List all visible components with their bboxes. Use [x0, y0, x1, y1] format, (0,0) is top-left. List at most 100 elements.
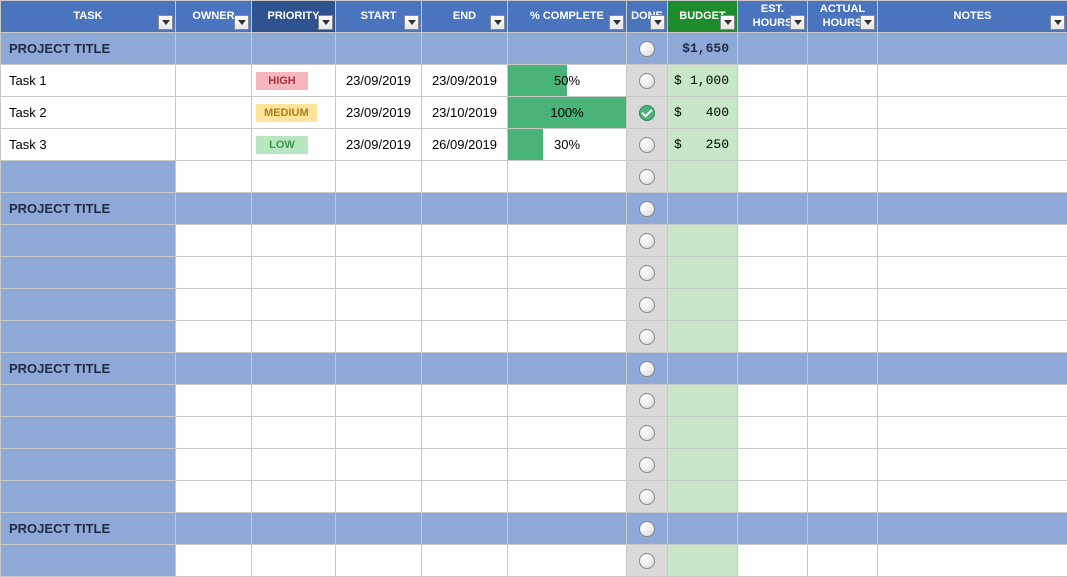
empty-task-cell[interactable] — [1, 449, 176, 481]
filter-task[interactable] — [158, 15, 173, 30]
done-checkbox[interactable] — [639, 233, 655, 249]
empty-cell[interactable] — [508, 545, 627, 577]
empty-cell[interactable] — [878, 225, 1067, 257]
done-checkbox[interactable] — [639, 457, 655, 473]
done-checkbox[interactable] — [639, 105, 655, 121]
empty-cell[interactable] — [508, 321, 627, 353]
start-date-cell[interactable]: 23/09/2019 — [336, 129, 422, 161]
budget-cell[interactable]: $400 — [668, 97, 738, 129]
done-checkbox[interactable] — [639, 297, 655, 313]
empty-task-cell[interactable] — [1, 257, 176, 289]
empty-cell[interactable] — [738, 225, 808, 257]
actual-hours-cell[interactable] — [808, 129, 878, 161]
empty-cell[interactable] — [252, 481, 336, 513]
empty-cell[interactable] — [252, 289, 336, 321]
done-checkbox[interactable] — [639, 425, 655, 441]
empty-task-cell[interactable] — [1, 417, 176, 449]
empty-budget-cell[interactable] — [668, 225, 738, 257]
done-checkbox[interactable] — [639, 169, 655, 185]
empty-cell[interactable] — [422, 449, 508, 481]
pct-complete-cell[interactable]: 100% — [508, 97, 627, 129]
done-checkbox[interactable] — [639, 553, 655, 569]
empty-cell[interactable] — [252, 545, 336, 577]
filter-owner[interactable] — [234, 15, 249, 30]
owner-cell[interactable] — [176, 97, 252, 129]
empty-cell[interactable] — [176, 161, 252, 193]
done-checkbox[interactable] — [639, 361, 655, 377]
empty-cell[interactable] — [738, 449, 808, 481]
notes-cell[interactable] — [878, 97, 1067, 129]
empty-cell[interactable] — [336, 257, 422, 289]
empty-task-cell[interactable] — [1, 225, 176, 257]
empty-cell[interactable] — [176, 257, 252, 289]
empty-task-cell[interactable] — [1, 481, 176, 513]
empty-cell[interactable] — [336, 481, 422, 513]
notes-cell[interactable] — [878, 65, 1067, 97]
empty-cell[interactable] — [422, 289, 508, 321]
empty-cell[interactable] — [252, 385, 336, 417]
done-checkbox[interactable] — [639, 265, 655, 281]
empty-cell[interactable] — [422, 385, 508, 417]
filter-done[interactable] — [650, 15, 665, 30]
filter-budget[interactable] — [720, 15, 735, 30]
priority-cell[interactable]: HIGH — [252, 65, 336, 97]
empty-budget-cell[interactable] — [668, 545, 738, 577]
empty-budget-cell[interactable] — [668, 385, 738, 417]
budget-cell[interactable]: $1,000 — [668, 65, 738, 97]
empty-cell[interactable] — [738, 385, 808, 417]
filter-end[interactable] — [490, 15, 505, 30]
empty-budget-cell[interactable] — [668, 481, 738, 513]
start-date-cell[interactable]: 23/09/2019 — [336, 97, 422, 129]
empty-cell[interactable] — [422, 321, 508, 353]
actual-hours-cell[interactable] — [808, 97, 878, 129]
empty-budget-cell[interactable] — [668, 289, 738, 321]
filter-esthours[interactable] — [790, 15, 805, 30]
empty-cell[interactable] — [878, 385, 1067, 417]
empty-cell[interactable] — [808, 161, 878, 193]
empty-cell[interactable] — [508, 289, 627, 321]
empty-cell[interactable] — [422, 417, 508, 449]
done-checkbox[interactable] — [639, 137, 655, 153]
priority-cell[interactable]: LOW — [252, 129, 336, 161]
empty-cell[interactable] — [252, 417, 336, 449]
end-date-cell[interactable]: 23/09/2019 — [422, 65, 508, 97]
empty-cell[interactable] — [176, 385, 252, 417]
owner-cell[interactable] — [176, 129, 252, 161]
empty-cell[interactable] — [808, 257, 878, 289]
empty-cell[interactable] — [878, 321, 1067, 353]
task-name-cell[interactable]: Task 1 — [1, 65, 176, 97]
empty-budget-cell[interactable] — [668, 321, 738, 353]
empty-budget-cell[interactable] — [668, 417, 738, 449]
empty-cell[interactable] — [508, 225, 627, 257]
empty-cell[interactable] — [878, 417, 1067, 449]
empty-cell[interactable] — [878, 481, 1067, 513]
budget-cell[interactable]: $250 — [668, 129, 738, 161]
empty-cell[interactable] — [252, 161, 336, 193]
est-hours-cell[interactable] — [738, 65, 808, 97]
empty-cell[interactable] — [808, 385, 878, 417]
pct-complete-cell[interactable]: 30% — [508, 129, 627, 161]
empty-cell[interactable] — [252, 225, 336, 257]
empty-cell[interactable] — [336, 417, 422, 449]
empty-task-cell[interactable] — [1, 321, 176, 353]
done-checkbox[interactable] — [639, 521, 655, 537]
empty-cell[interactable] — [808, 289, 878, 321]
empty-cell[interactable] — [508, 417, 627, 449]
empty-cell[interactable] — [422, 481, 508, 513]
empty-cell[interactable] — [176, 449, 252, 481]
empty-cell[interactable] — [508, 257, 627, 289]
empty-budget-cell[interactable] — [668, 449, 738, 481]
empty-task-cell[interactable] — [1, 385, 176, 417]
empty-cell[interactable] — [878, 545, 1067, 577]
task-name-cell[interactable]: Task 3 — [1, 129, 176, 161]
filter-priority[interactable] — [318, 15, 333, 30]
empty-budget-cell[interactable] — [668, 257, 738, 289]
empty-cell[interactable] — [808, 225, 878, 257]
empty-cell[interactable] — [808, 545, 878, 577]
empty-task-cell[interactable] — [1, 161, 176, 193]
owner-cell[interactable] — [176, 65, 252, 97]
empty-cell[interactable] — [738, 417, 808, 449]
empty-cell[interactable] — [422, 161, 508, 193]
empty-cell[interactable] — [252, 321, 336, 353]
empty-cell[interactable] — [176, 545, 252, 577]
